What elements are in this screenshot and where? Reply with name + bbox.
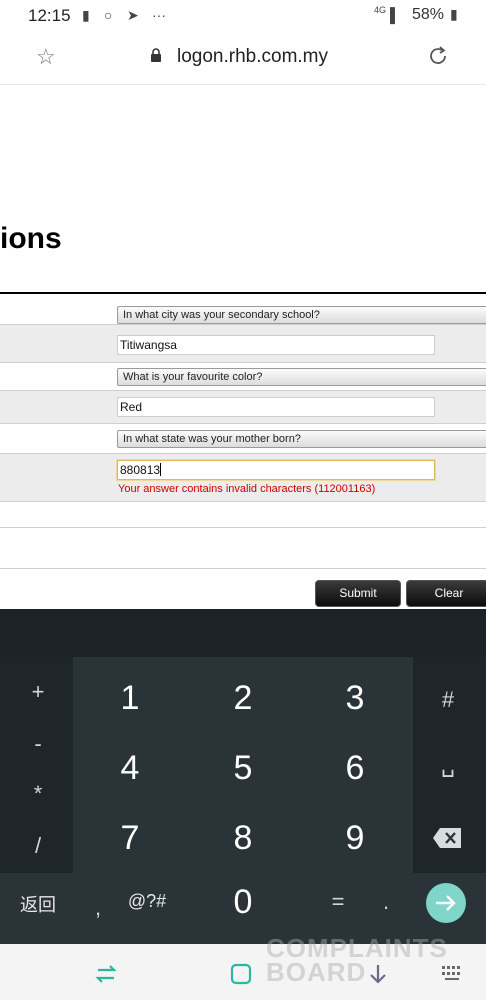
star-icon[interactable]: ☆ [36,44,56,70]
key-6[interactable]: 6 [325,749,385,788]
numeric-keyboard: + - * / 1 2 3 4 5 6 7 8 9 # ␣ 返回 , @?# 0… [0,657,486,944]
clear-button[interactable]: Clear [406,580,486,607]
key-2[interactable]: 2 [213,679,273,718]
more-notifications: ··· [152,7,166,23]
page-title: ions [0,222,62,255]
key-4[interactable]: 4 [100,749,160,788]
keyboard-toolbar [0,609,486,657]
battery-level: 58% [412,6,445,23]
reload-icon[interactable] [426,44,450,68]
security-question-select-1[interactable]: In what city was your secondary school? [117,306,486,324]
question-row-3: In what state was your mother born? [0,424,486,454]
answer-row-1: Titiwangsa [0,325,486,363]
key-5[interactable]: 5 [213,749,273,788]
question-row-1: In what city was your secondary school? [0,294,486,325]
spacer-row-1 [0,502,486,528]
status-bar: 12:15 ▮ ○ ➤ ··· 4G ▌ 58% ▮ [0,0,486,32]
enter-key[interactable] [426,883,466,923]
security-question-select-3[interactable]: In what state was your mother born? [117,430,486,448]
key-equals[interactable]: = [318,889,358,915]
send-icon: ➤ [127,7,139,23]
key-9[interactable]: 9 [325,819,385,858]
key-return-lang[interactable]: 返回 [14,891,62,917]
messenger-icon: ○ [104,7,113,23]
security-answer-3-value: 880813 [120,463,161,477]
browser-address-bar: ☆ logon.rhb.com.my [0,32,486,85]
status-time: 12:15 [28,6,71,25]
watermark-line-2: BOARD [266,957,367,987]
security-question-select-2[interactable]: What is your favourite color? [117,368,486,386]
backspace-icon[interactable] [432,827,462,849]
home-icon[interactable] [229,962,253,986]
question-row-2: What is your favourite color? [0,363,486,391]
key-8[interactable]: 8 [213,819,273,858]
key-asterisk[interactable]: * [18,781,58,807]
key-minus[interactable]: - [18,731,58,757]
key-comma[interactable]: , [78,895,118,921]
message-icon: ▮ [82,7,90,23]
answer-row-2: Red [0,391,486,424]
key-1[interactable]: 1 [100,679,160,718]
security-answer-input-2[interactable]: Red [117,397,435,417]
security-answer-input-3[interactable]: 880813 [117,460,435,480]
arrow-right-icon [436,895,456,911]
spacer-row-2 [0,528,486,569]
battery-icon: ▮ [450,6,458,22]
key-space[interactable]: ␣ [428,752,468,778]
key-3[interactable]: 3 [325,679,385,718]
url-text[interactable]: logon.rhb.com.my [177,46,328,68]
key-7[interactable]: 7 [100,819,160,858]
network-type: 4G [374,5,387,15]
key-hash[interactable]: # [428,687,468,713]
submit-button[interactable]: Submit [315,580,401,607]
answer-error-message: Your answer contains invalid characters … [118,483,376,495]
key-slash[interactable]: / [18,833,58,859]
signal-icon: ▌ [390,7,400,23]
watermark: COMPLAINTS BOARD [266,935,448,987]
key-dot[interactable]: . [366,889,406,915]
text-caret [160,463,162,476]
security-answer-input-1[interactable]: Titiwangsa [117,335,435,355]
key-plus[interactable]: + [18,679,58,705]
key-symbols[interactable]: @?# [120,891,174,912]
recents-icon[interactable] [94,964,118,984]
key-0[interactable]: 0 [213,883,273,922]
lock-icon [151,48,161,62]
